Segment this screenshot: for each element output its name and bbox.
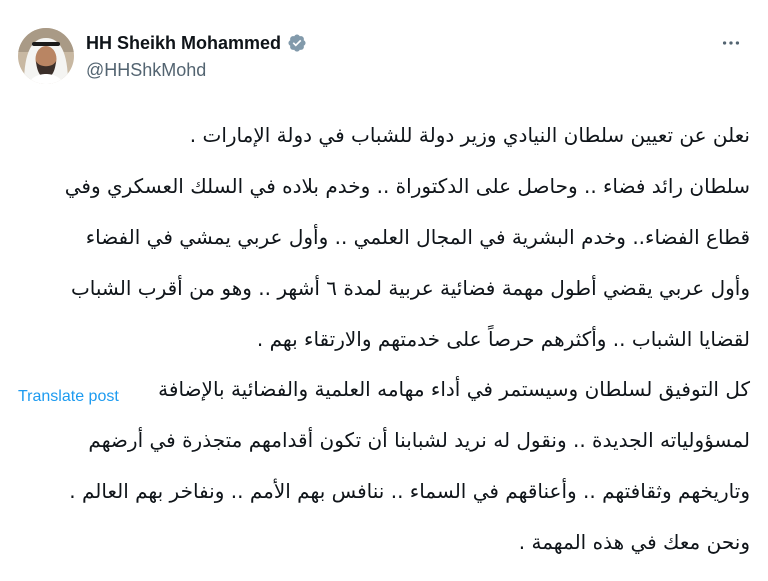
more-options-icon[interactable] — [720, 32, 742, 54]
display-name-row: HH Sheikh Mohammed — [86, 30, 307, 56]
avatar-image — [18, 28, 74, 84]
post-text-line: وتاريخهم وثقافتهم .. وأعناقهم في السماء … — [69, 479, 750, 504]
post-card: HH Sheikh Mohammed @HHShkMohd نعلن عن تع… — [0, 0, 768, 554]
verified-badge-icon[interactable] — [287, 33, 307, 53]
author-handle[interactable]: @HHShkMohd — [86, 60, 307, 81]
post-text-line: كل التوفيق لسلطان وسيستمر في أداء مهامه … — [158, 377, 750, 402]
post-text-line: سلطان رائد فضاء .. وحاصل على الدكتوراة .… — [64, 174, 750, 199]
post-text-line: قطاع الفضاء.. وخدم البشرية في المجال الع… — [85, 225, 750, 250]
translate-post-link[interactable]: Translate post — [18, 388, 119, 406]
post-text-line: لمسؤولياته الجديدة .. ونقول له نريد لشبا… — [88, 428, 750, 453]
post-text: نعلن عن تعيين سلطان النيادي وزير دولة لل… — [18, 98, 750, 581]
post-text-line: لقضايا الشباب .. وأكثرهم حرصاً على خدمته… — [256, 326, 750, 351]
post-text-line: وأول عربي يقضي أطول مهمة فضائية عربية لم… — [70, 275, 750, 300]
display-name[interactable]: HH Sheikh Mohammed — [86, 33, 281, 54]
post-text-line: ونحن معك في هذه المهمة . — [518, 529, 750, 554]
author-names: HH Sheikh Mohammed @HHShkMohd — [86, 30, 307, 81]
post-header: HH Sheikh Mohammed @HHShkMohd — [18, 28, 750, 88]
avatar[interactable] — [18, 28, 74, 84]
post-text-line: نعلن عن تعيين سلطان النيادي وزير دولة لل… — [189, 123, 750, 148]
